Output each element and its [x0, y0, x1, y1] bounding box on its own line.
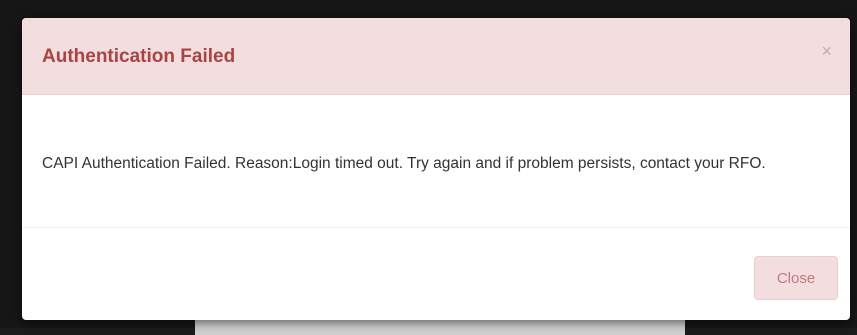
dialog-title: Authentication Failed [42, 46, 236, 67]
dialog-body: CAPI Authentication Failed. Reason:Login… [22, 95, 850, 228]
close-icon[interactable]: × [821, 42, 832, 60]
authentication-failed-dialog: Authentication Failed × CAPI Authenticat… [22, 18, 850, 320]
dialog-header: Authentication Failed × [22, 18, 850, 95]
dialog-footer: Close [22, 228, 850, 320]
close-button[interactable]: Close [754, 256, 838, 300]
dialog-message: CAPI Authentication Failed. Reason:Login… [42, 155, 766, 172]
